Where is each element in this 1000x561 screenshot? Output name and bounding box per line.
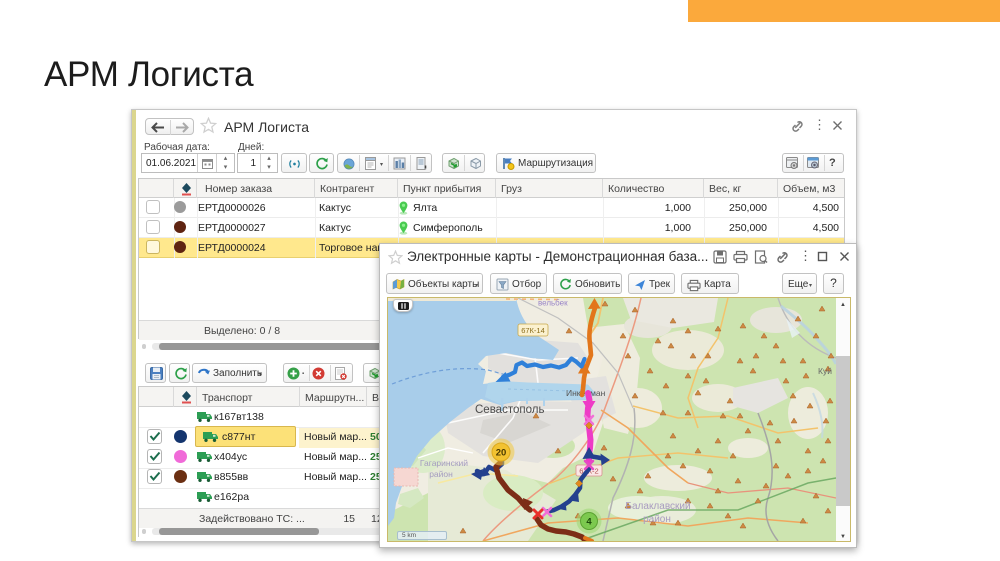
svg-text:район: район xyxy=(643,514,671,525)
svg-text:вельбек: вельбек xyxy=(538,299,568,308)
svg-text:20: 20 xyxy=(496,448,507,459)
svg-text:Балаклавский: Балаклавский xyxy=(625,501,690,512)
svg-text:4: 4 xyxy=(586,517,592,528)
svg-text:Куй: Куй xyxy=(818,366,832,376)
svg-text:Гагаринский: Гагаринский xyxy=(420,458,468,468)
svg-text:Севастополь: Севастополь xyxy=(475,404,544,416)
svg-text:67К-14: 67К-14 xyxy=(521,326,545,335)
svg-text:район: район xyxy=(429,469,453,479)
